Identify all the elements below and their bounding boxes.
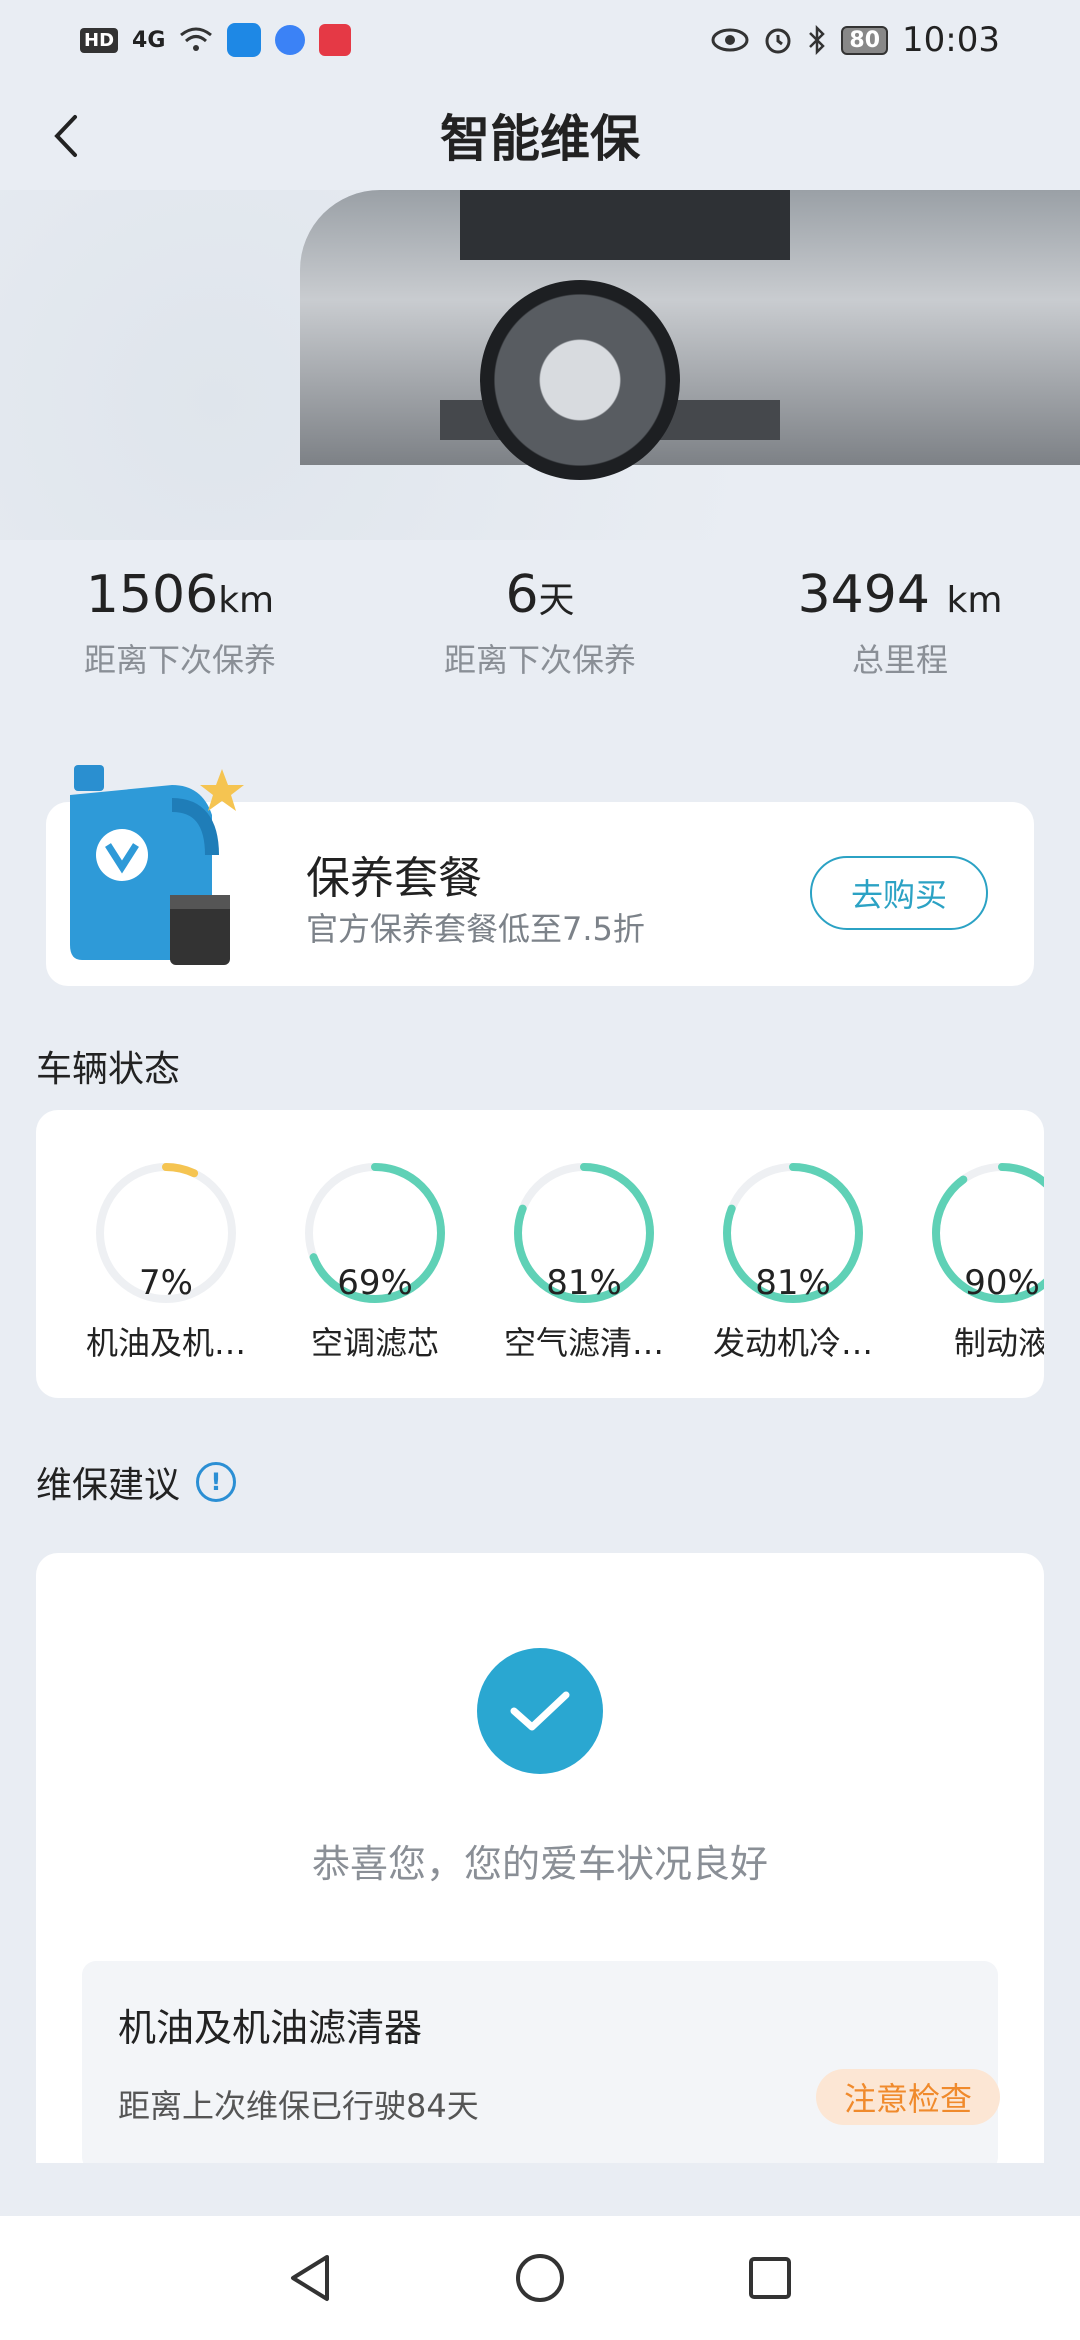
info-icon[interactable]: !: [196, 1462, 237, 1502]
gauge-percent: 69%: [337, 1263, 413, 1303]
car-window: [460, 190, 790, 260]
back-button[interactable]: [40, 110, 92, 162]
stat-unit: km: [218, 580, 275, 621]
gauge-item[interactable]: 7% 机油及机…: [76, 1160, 256, 1364]
gauge-item[interactable]: 81% 空气滤清…: [494, 1160, 674, 1364]
oil-bottle-image: [62, 745, 262, 985]
mileage-stats: 1506km 距离下次保养 6天 距离下次保养 3494 km 总里程: [0, 565, 1080, 705]
package-subtitle: 官方保养套餐低至7.5折: [306, 910, 645, 948]
stat-label: 距离下次保养: [443, 641, 636, 679]
stat-label: 总里程: [851, 641, 948, 679]
stat-value: 3494: [797, 565, 947, 625]
header: 智能维保: [0, 80, 1080, 190]
stat-value: 1506: [85, 565, 219, 625]
maintenance-item-title: 机油及机油滤清器: [118, 2006, 423, 2050]
suggestion-label: 维保建议: [36, 1465, 181, 1506]
stat-unit: 天: [538, 580, 575, 621]
stat-label: 距离下次保养: [83, 641, 276, 679]
good-status-text: 恭喜您，您的爱车状况良好: [311, 1842, 768, 1886]
system-nav-bar: [0, 2216, 1080, 2340]
package-title: 保养套餐: [306, 853, 482, 904]
browser-app-icon: [275, 25, 306, 55]
stat-total-km: 3494 km 总里程: [720, 565, 1080, 705]
status-bar: HD 4G 80 10:03: [0, 0, 1080, 80]
stat-value: 6: [505, 565, 539, 625]
triangle-back-icon: [291, 2255, 329, 2301]
status-right: 80 10:03: [711, 20, 1000, 60]
battery-icon: 80: [841, 25, 889, 55]
gauge-percent: 90%: [964, 1263, 1040, 1303]
stat-next-days: 6天 距离下次保养: [360, 565, 720, 705]
gauge-item[interactable]: 81% 发动机冷…: [703, 1160, 883, 1364]
alarm-icon: [763, 25, 793, 55]
chevron-left-icon: [54, 115, 77, 157]
gauge-percent: 81%: [546, 1263, 622, 1303]
check-icon: [477, 1648, 603, 1774]
maintenance-item[interactable]: 机油及机油滤清器 距离上次维保已行驶84天 注意检查: [82, 1961, 1000, 2163]
red-app-icon: [319, 24, 352, 56]
gauge-item[interactable]: 90% 制动液: [912, 1160, 1044, 1364]
vehicle-status-label: 车辆状态: [36, 1049, 181, 1090]
square-recents-icon: [749, 2257, 791, 2299]
weather-app-icon: [227, 23, 262, 57]
nav-recents-button[interactable]: [740, 2248, 800, 2308]
suggestion-title: 维保建议 !: [36, 1456, 237, 1508]
eye-icon: [711, 28, 749, 52]
maintenance-item-desc: 距离上次维保已行驶84天: [118, 2087, 479, 2125]
gauge-percent: 7%: [139, 1263, 193, 1303]
vehicle-status-card: 7% 机油及机… 69% 空调滤芯 81% 空气滤清… 81% 发动机冷… 90…: [36, 1110, 1044, 1398]
gauge-item[interactable]: 69% 空调滤芯: [285, 1160, 465, 1364]
circle-home-icon: [516, 2254, 564, 2302]
signal-icon: 4G: [132, 27, 166, 53]
gauge-percent: 81%: [755, 1263, 831, 1303]
car-wheel: [480, 280, 680, 480]
bluetooth-icon: [807, 25, 827, 55]
hd-icon: HD: [80, 27, 119, 53]
page-title: 智能维保: [440, 110, 640, 168]
vehicle-status-title: 车辆状态: [36, 1040, 180, 1092]
check-warning-badge: 注意检查: [816, 2069, 1000, 2125]
buy-button[interactable]: 去购买: [810, 856, 988, 930]
nav-home-button[interactable]: [510, 2248, 570, 2308]
status-left: HD 4G: [80, 23, 352, 57]
hero-car-image: [0, 190, 1080, 540]
stat-next-km: 1506km 距离下次保养: [0, 565, 360, 705]
suggestion-card: 恭喜您，您的爱车状况良好 机油及机油滤清器 距离上次维保已行驶84天 注意检查: [36, 1553, 1044, 2163]
clock: 10:03: [902, 20, 1000, 60]
wifi-icon: [179, 26, 213, 54]
stat-unit: km: [946, 580, 1003, 621]
nav-back-button[interactable]: [280, 2248, 340, 2308]
